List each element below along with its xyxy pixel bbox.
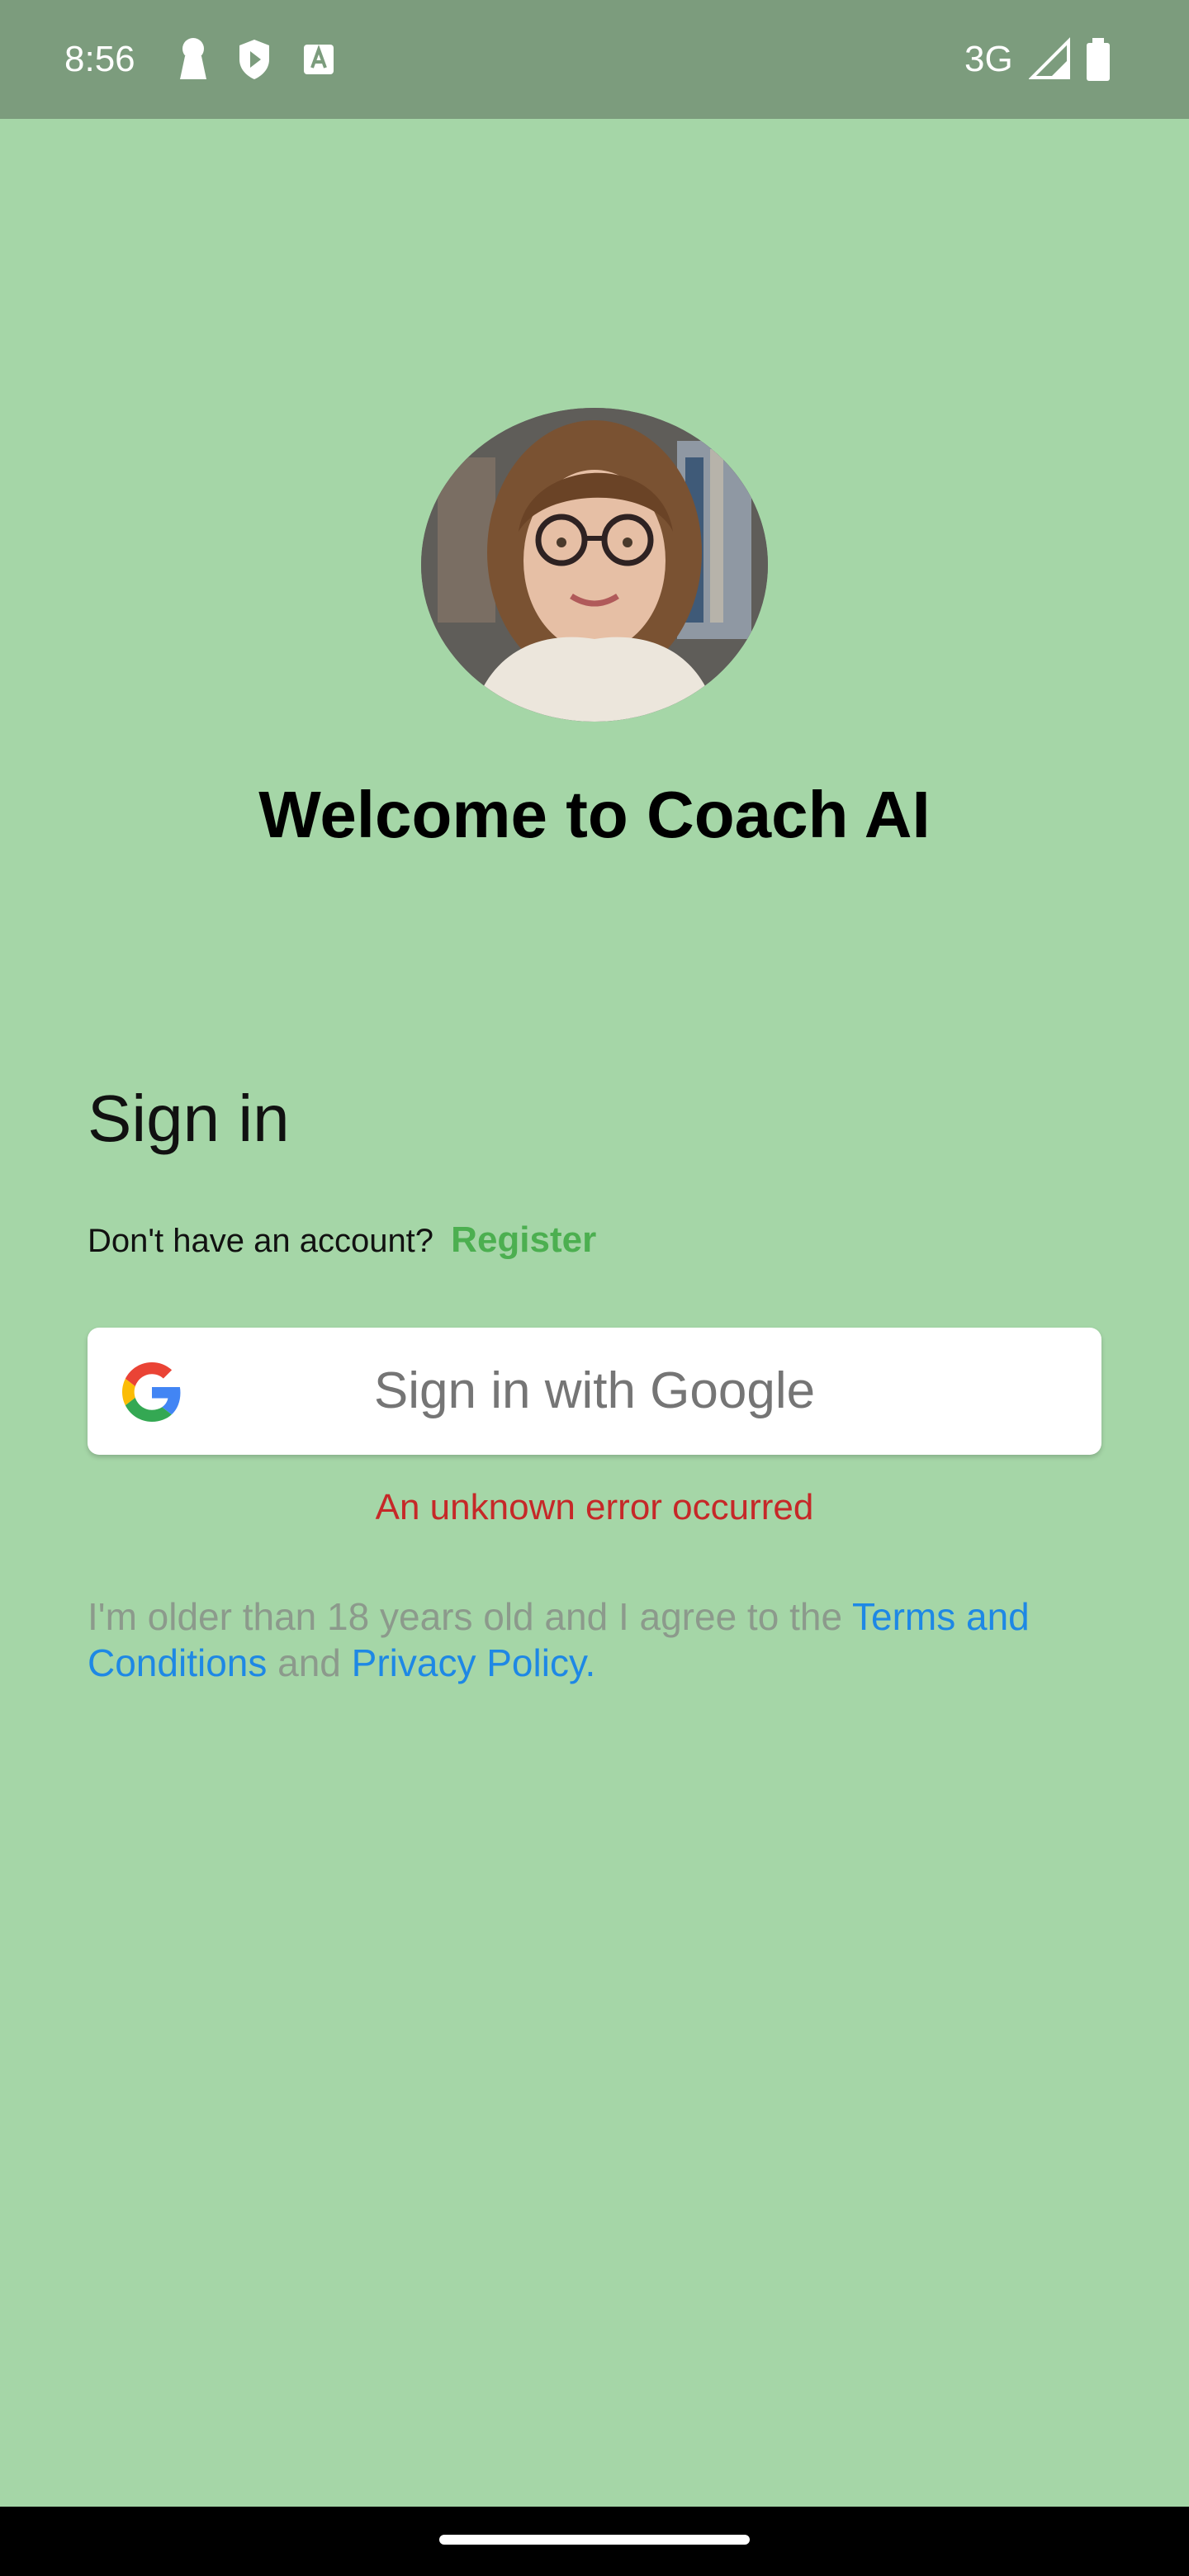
account-prompt-text: Don't have an account? (88, 1223, 434, 1259)
status-bar: 8:56 3G (0, 0, 1189, 119)
google-signin-label: Sign in with Google (373, 1362, 816, 1419)
home-indicator[interactable] (439, 2535, 750, 2545)
terms-prefix: I'm older than 18 years old and I agree … (88, 1595, 852, 1638)
welcome-title: Welcome to Coach AI (258, 778, 931, 851)
signal-icon (1029, 37, 1070, 79)
avatar-image (421, 408, 768, 722)
status-time: 8:56 (64, 39, 135, 79)
terms-middle: and (267, 1641, 352, 1684)
terms-statement: I'm older than 18 years old and I agree … (88, 1593, 1120, 1686)
shield-play-icon (239, 40, 269, 79)
keyhole-icon (180, 38, 206, 79)
register-link[interactable]: Register (451, 1219, 596, 1260)
account-prompt-row: Don't have an account? Register (88, 1215, 596, 1266)
coach-avatar (421, 408, 768, 722)
network-type: 3G (964, 39, 1013, 79)
error-message: An unknown error occurred (375, 1487, 814, 1527)
battery-icon (1087, 38, 1110, 81)
google-signin-button[interactable]: Sign in with Google (88, 1328, 1101, 1455)
signin-heading: Sign in (88, 1082, 290, 1155)
font-icon (304, 45, 334, 74)
privacy-policy-link[interactable]: Privacy Policy. (352, 1641, 596, 1684)
